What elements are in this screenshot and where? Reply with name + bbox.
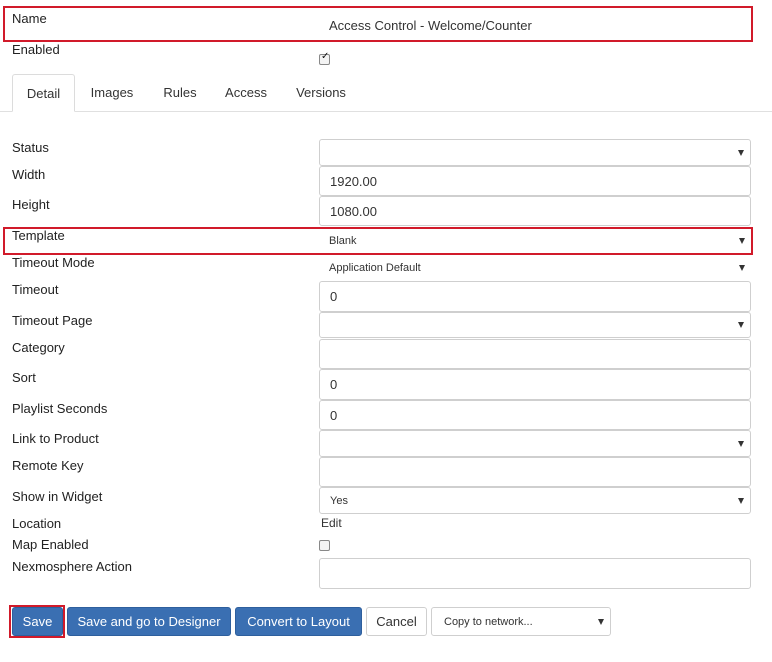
- chevron-down-icon: [738, 322, 744, 328]
- link-to-product-label: Link to Product: [12, 431, 99, 446]
- name-value: Access Control - Welcome/Counter: [329, 17, 532, 33]
- show-in-widget-select[interactable]: Yes: [319, 487, 751, 514]
- check-icon: ✓: [321, 51, 330, 62]
- timeout-page-label: Timeout Page: [12, 313, 93, 328]
- sort-input[interactable]: 0: [319, 369, 751, 400]
- copy-to-network-select[interactable]: Copy to network...: [431, 607, 611, 636]
- save-and-go-to-designer-button[interactable]: Save and go to Designer: [67, 607, 231, 636]
- show-in-widget-label: Show in Widget: [12, 489, 103, 504]
- remote-key-input[interactable]: [319, 457, 751, 487]
- timeout-input[interactable]: 0: [319, 281, 751, 312]
- name-label: Name: [12, 11, 47, 26]
- link-to-product-select[interactable]: [319, 430, 751, 457]
- tab-versions[interactable]: Versions: [286, 74, 356, 112]
- status-select[interactable]: [319, 139, 751, 166]
- category-input[interactable]: [319, 339, 751, 369]
- timeout-mode-select[interactable]: Application Default: [319, 255, 751, 281]
- chevron-down-icon: [598, 618, 604, 625]
- timeout-mode-label: Timeout Mode: [12, 255, 95, 270]
- cancel-button[interactable]: Cancel: [366, 607, 427, 636]
- tab-images[interactable]: Images: [80, 74, 144, 112]
- location-edit-link[interactable]: Edit: [321, 516, 342, 530]
- save-button[interactable]: Save: [12, 607, 63, 636]
- name-input[interactable]: Access Control - Welcome/Counter: [319, 8, 751, 42]
- template-label: Template: [12, 228, 65, 243]
- sort-label: Sort: [12, 370, 36, 385]
- chevron-down-icon: [738, 440, 744, 447]
- nexmosphere-action-input[interactable]: [319, 558, 751, 589]
- tab-rules[interactable]: Rules: [152, 74, 208, 112]
- enabled-checkbox[interactable]: ✓: [319, 51, 330, 65]
- width-input[interactable]: 1920.00: [319, 166, 751, 196]
- template-select[interactable]: Blank: [319, 228, 751, 254]
- height-label: Height: [12, 197, 50, 212]
- tab-detail[interactable]: Detail: [12, 74, 75, 112]
- timeout-label: Timeout: [12, 282, 59, 297]
- enabled-label: Enabled: [12, 42, 60, 57]
- convert-to-layout-button[interactable]: Convert to Layout: [235, 607, 362, 636]
- chevron-down-icon: [739, 238, 745, 244]
- chevron-down-icon: [738, 149, 744, 156]
- chevron-down-icon: [739, 265, 745, 271]
- nexmosphere-action-label: Nexmosphere Action: [12, 559, 132, 574]
- playlist-seconds-label: Playlist Seconds: [12, 401, 108, 416]
- status-label: Status: [12, 140, 49, 155]
- map-enabled-checkbox[interactable]: [319, 540, 330, 551]
- tab-bar: Detail Images Rules Access Versions: [0, 74, 772, 112]
- map-enabled-label: Map Enabled: [12, 537, 89, 552]
- location-label: Location: [12, 516, 62, 531]
- height-input[interactable]: 1080.00: [319, 196, 751, 226]
- timeout-page-select[interactable]: [319, 312, 751, 338]
- chevron-down-icon: [738, 497, 744, 504]
- playlist-seconds-input[interactable]: 0: [319, 400, 751, 430]
- category-label: Category: [12, 340, 65, 355]
- remote-key-label: Remote Key: [12, 458, 84, 473]
- tab-access[interactable]: Access: [214, 74, 278, 112]
- width-label: Width: [12, 167, 46, 182]
